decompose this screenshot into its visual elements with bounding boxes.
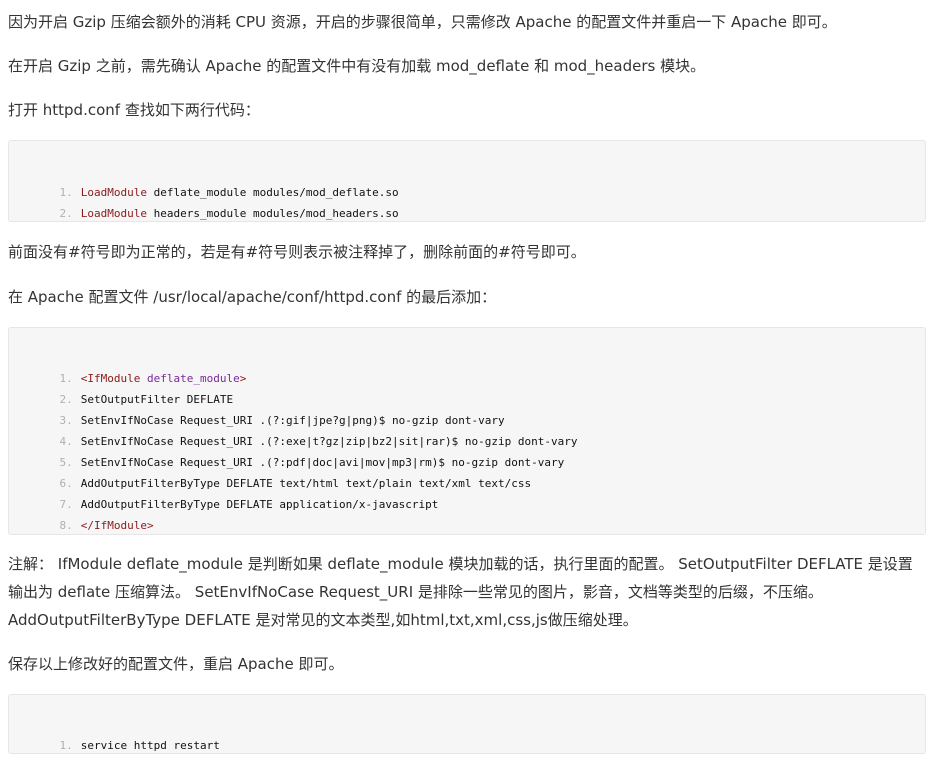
line-number: 2. xyxy=(59,207,73,220)
code-line: 2. SetOutputFilter DEFLATE xyxy=(9,368,234,406)
code-block-restart: 1. service httpd restart xyxy=(8,694,926,754)
append-config-paragraph: 在 Apache 配置文件 /usr/local/apache/conf/htt… xyxy=(8,288,497,306)
article-page: 因为开启 Gzip 压缩会额外的消耗 CPU 资源，开启的步骤很简单，只需修改 … xyxy=(0,0,939,777)
code-line: 7. AddOutputFilterByType DEFLATE applicat… xyxy=(9,473,439,511)
intro-paragraph: 因为开启 Gzip 压缩会额外的消耗 CPU 资源，开启的步骤很简单，只需修改 … xyxy=(8,13,837,31)
open-config-paragraph: 打开 httpd.conf 查找如下两行代码： xyxy=(8,101,260,119)
code-line: 2. LoadModule headers_module modules/mod_… xyxy=(9,182,399,220)
code-block-ifmodule: 1. <IfModule deflate_module> 2. SetOutputF… xyxy=(8,327,926,535)
code-block-load-modules: 1. LoadModule deflate_module modules/mod_… xyxy=(8,140,926,222)
comment-note-paragraph: 前面没有#符号即为正常的，若是有#符号则表示被注释掉了，删除前面的#符号即可。 xyxy=(8,243,586,261)
code-line: 1. service httpd restart xyxy=(9,714,220,752)
code-text: headers_module modules/mod_headers.so xyxy=(146,207,399,220)
code-line: 3. SetEnvIfNoCase Request_URI .(?:gif|jpe… xyxy=(9,389,505,427)
code-tag-end: </IfModule> xyxy=(80,519,154,532)
code-keyword: LoadModule xyxy=(80,207,147,220)
code-line: 1. <IfModule deflate_module> xyxy=(9,347,247,385)
explanation-paragraph: 注解： IfModule deflate_module 是判断如果 deflat… xyxy=(8,555,913,629)
code-line: 6. AddOutputFilterByType DEFLATE text/htm… xyxy=(9,452,532,490)
code-line: 1. LoadModule deflate_module modules/mod_… xyxy=(9,161,399,199)
code-line: 4. SetEnvIfNoCase Request_URI .(?:exe|t?g… xyxy=(9,410,578,448)
prerequisite-paragraph: 在开启 Gzip 之前，需先确认 Apache 的配置文件中有没有加载 mod_… xyxy=(8,57,706,75)
code-line: 5. SetEnvIfNoCase Request_URI .(?:pdf|doc… xyxy=(9,431,565,469)
code-tag-close: > xyxy=(239,372,247,385)
restart-paragraph: 保存以上修改好的配置文件，重启 Apache 即可。 xyxy=(8,655,344,673)
line-number: 8. xyxy=(59,519,73,532)
code-text: service httpd restart xyxy=(80,739,220,752)
code-line: 8. </IfModule> xyxy=(9,494,154,532)
line-number: 1. xyxy=(59,739,73,752)
